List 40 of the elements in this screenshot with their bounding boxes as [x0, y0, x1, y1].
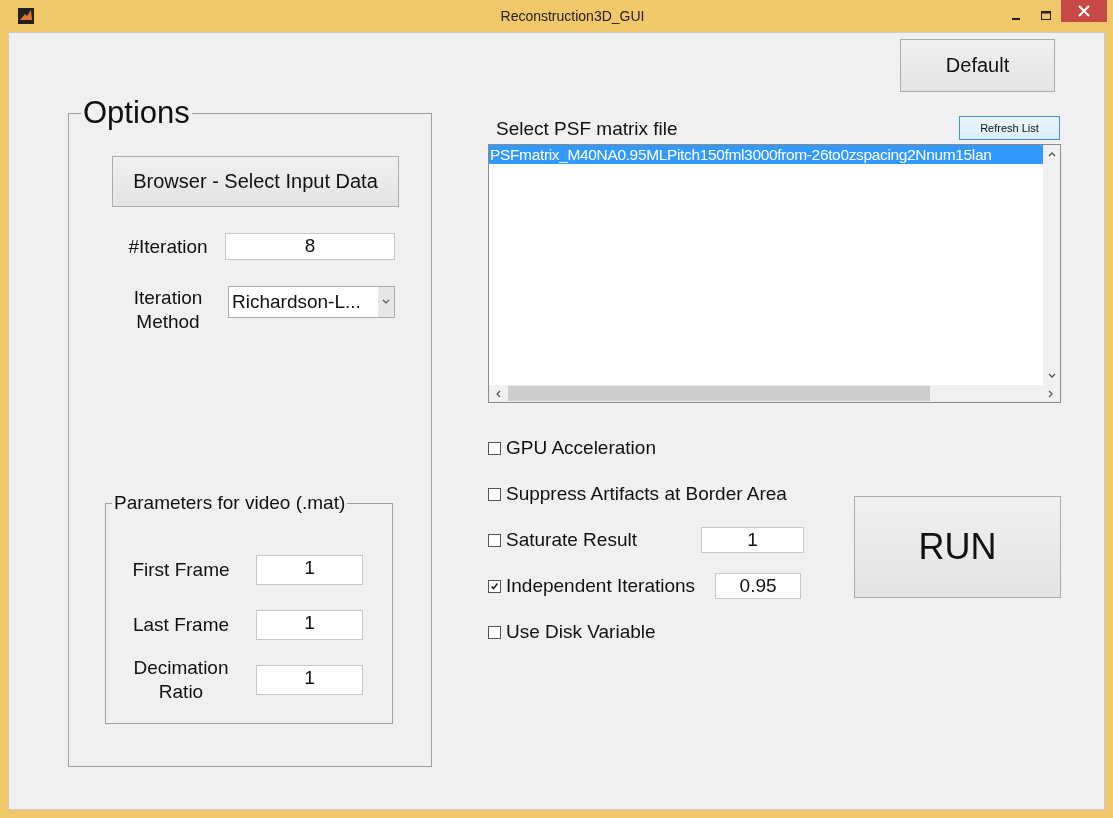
checkbox-label[interactable]: Use Disk Variable: [506, 621, 656, 643]
vertical-scrollbar[interactable]: [1043, 145, 1060, 385]
horizontal-scrollbar[interactable]: [489, 385, 1060, 402]
field-label: Decimation Ratio: [132, 655, 230, 704]
list-label: Select PSF matrix file: [496, 118, 678, 140]
app-icon: [18, 8, 34, 24]
run-button[interactable]: RUN: [854, 496, 1061, 598]
checkbox[interactable]: [488, 441, 501, 455]
checkmark-icon: [490, 581, 499, 591]
checkbox[interactable]: [488, 487, 501, 501]
browse-button[interactable]: Browser - Select Input Data: [112, 156, 399, 207]
close-icon: [1078, 5, 1090, 17]
input-field[interactable]: 0.95: [715, 573, 802, 599]
field-label: #Iteration: [127, 235, 209, 258]
scroll-up-icon[interactable]: [1046, 150, 1057, 158]
field-label: Last Frame: [131, 612, 231, 637]
input-field[interactable]: 1: [256, 664, 363, 695]
field-label: First Frame: [131, 557, 231, 582]
refresh-button[interactable]: Refresh List: [959, 116, 1060, 140]
checkbox[interactable]: [488, 579, 501, 593]
window-title: Reconstruction3D_GUI: [499, 8, 646, 24]
checkbox-label[interactable]: Independent Iterations: [506, 575, 696, 597]
input-field[interactable]: 1: [256, 554, 363, 585]
close-button[interactable]: [1061, 0, 1107, 22]
scroll-right-icon[interactable]: [1047, 388, 1055, 399]
default-button[interactable]: Default: [900, 39, 1055, 92]
field-label: Iteration Method: [132, 286, 204, 334]
maximize-icon[interactable]: [1041, 11, 1051, 21]
input-field[interactable]: 1: [256, 609, 363, 640]
scroll-down-icon[interactable]: [1046, 372, 1057, 380]
checkbox-label[interactable]: Suppress Artifacts at Border Area: [506, 483, 787, 505]
scroll-left-icon[interactable]: [494, 388, 502, 399]
checkbox-label[interactable]: GPU Acceleration: [506, 437, 656, 459]
input-field[interactable]: 8: [225, 233, 395, 260]
checkbox-label[interactable]: Saturate Result: [506, 529, 637, 551]
caret-icon: [382, 299, 390, 305]
dropdown[interactable]: Richardson-L...: [228, 286, 395, 318]
input-field[interactable]: 1: [700, 527, 804, 553]
checkbox[interactable]: [488, 533, 501, 547]
checkbox[interactable]: [488, 625, 501, 639]
